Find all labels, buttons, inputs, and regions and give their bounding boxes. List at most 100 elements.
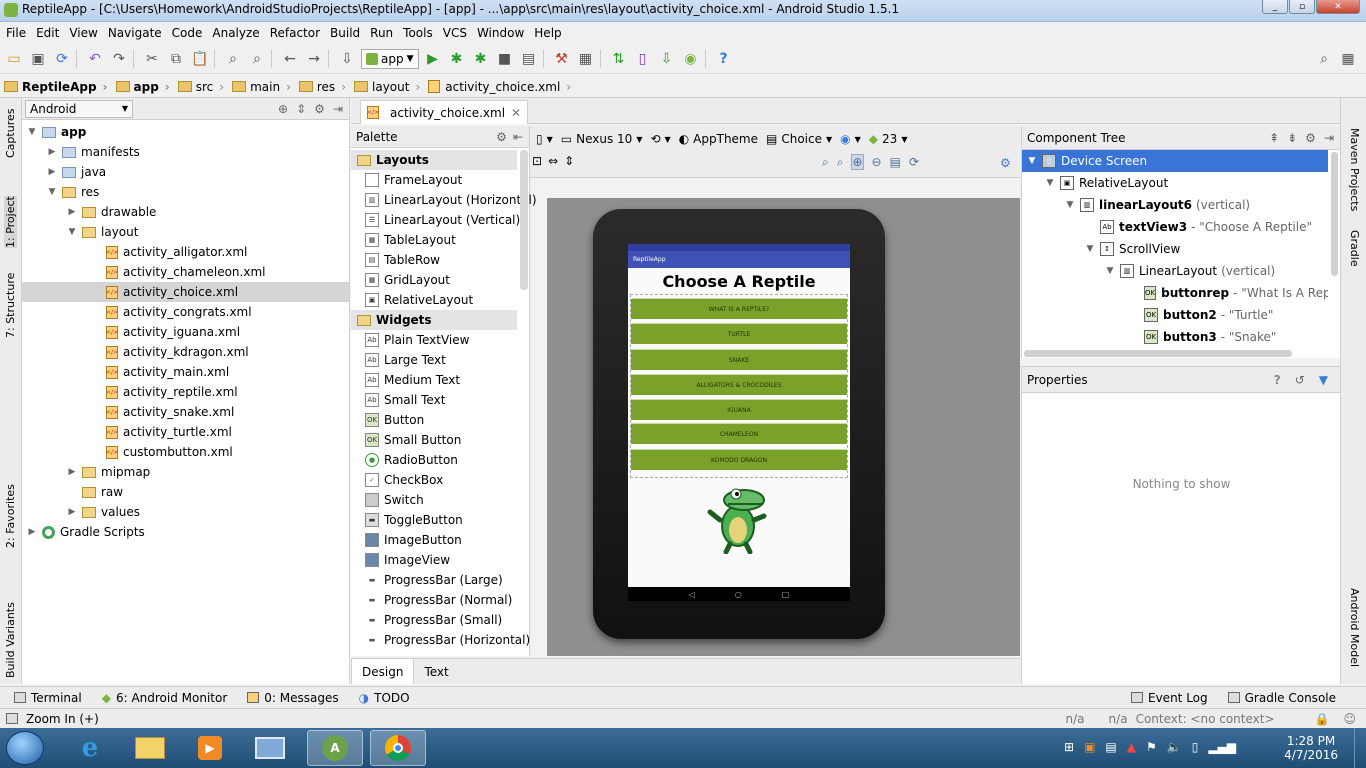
- breadcrumb-main[interactable]: main ›: [228, 80, 295, 94]
- tree-item-file[interactable]: </> activity_congrats.xml: [22, 302, 349, 322]
- device-select[interactable]: ▭ Nexus 10 ▼: [557, 129, 647, 149]
- tray-signal-icon[interactable]: ▂▄▆: [1208, 740, 1236, 754]
- palette-item[interactable]: ▬ ProgressBar (Horizontal): [365, 630, 531, 650]
- theme-select[interactable]: ◐ AppTheme: [675, 129, 762, 149]
- palette-item[interactable]: Ab Plain TextView: [365, 330, 469, 350]
- gear-icon[interactable]: ⚙: [314, 102, 325, 116]
- attach-debugger-icon[interactable]: ✱: [471, 49, 491, 69]
- terminal-tab[interactable]: Terminal: [0, 691, 92, 705]
- palette-item[interactable]: ▦ GridLayout: [365, 270, 450, 290]
- breadcrumb-file[interactable]: activity_choice.xml ›: [424, 80, 575, 94]
- tree-node-scrollview[interactable]: ▼ ↕ ScrollView: [1022, 238, 1328, 260]
- android-device-monitor-icon[interactable]: ◉: [681, 49, 701, 69]
- close-window-button[interactable]: ✕: [1316, 0, 1360, 14]
- paste-icon[interactable]: 📋: [190, 49, 210, 69]
- tray-speaker-icon[interactable]: 🔈: [1167, 740, 1182, 754]
- palette-item[interactable]: ▬ ProgressBar (Normal): [365, 590, 513, 610]
- tray-network-icon[interactable]: ▤: [1105, 740, 1116, 754]
- tree-item-file[interactable]: </> activity_turtle.xml: [22, 422, 349, 442]
- menu-file[interactable]: File: [6, 26, 26, 40]
- palette-item[interactable]: ImageButton: [365, 530, 462, 550]
- collapse-all-icon[interactable]: ⇟: [1287, 131, 1297, 145]
- start-button-icon[interactable]: [6, 731, 44, 765]
- tab-activity-choice[interactable]: </> activity_choice.xml ✕: [360, 100, 529, 124]
- breadcrumb-project[interactable]: ReptileApp ›: [0, 80, 112, 94]
- menu-help[interactable]: Help: [534, 26, 561, 40]
- run-config-select[interactable]: app ▼: [361, 48, 419, 69]
- tree-item-mipmap[interactable]: ▶ mipmap: [22, 462, 349, 482]
- run-icon[interactable]: ▶: [423, 49, 443, 69]
- palette-group-layouts[interactable]: Layouts: [351, 150, 517, 170]
- sync-icon[interactable]: ⟳: [52, 49, 72, 69]
- layout-overlay-icon[interactable]: ⊡: [532, 154, 542, 168]
- tray-windows-icon[interactable]: ⊞: [1064, 740, 1074, 754]
- search-everywhere-icon[interactable]: ⌕: [1314, 49, 1334, 69]
- menu-tools[interactable]: Tools: [403, 26, 433, 40]
- palette-item[interactable]: ImageView: [365, 550, 450, 570]
- tree-node-buttonrep[interactable]: OKbuttonrep- "What Is A Reptile: [1022, 282, 1328, 304]
- expand-all-icon[interactable]: ⇞: [1269, 131, 1279, 145]
- save-icon[interactable]: ▣: [28, 49, 48, 69]
- tree-item-drawable[interactable]: ▶ drawable: [22, 202, 349, 222]
- ide-settings-icon[interactable]: ▦: [1338, 49, 1358, 69]
- project-tab[interactable]: 1: Project: [4, 196, 17, 248]
- back-icon[interactable]: ←: [280, 49, 300, 69]
- undo-icon[interactable]: ↶: [85, 49, 105, 69]
- help-icon[interactable]: ?: [1274, 373, 1281, 387]
- tree-item-file-selected[interactable]: </> activity_choice.xml: [22, 282, 349, 302]
- scroll-from-source-icon[interactable]: ⊕: [278, 102, 288, 116]
- structure-tab[interactable]: 7: Structure: [4, 273, 17, 338]
- breadcrumb-layout[interactable]: layout ›: [350, 80, 424, 94]
- tree-item-file[interactable]: </> activity_iguana.xml: [22, 322, 349, 342]
- maximize-button[interactable]: ▫: [1289, 0, 1315, 14]
- preview-button-iguana[interactable]: IGUANA: [631, 399, 847, 420]
- breadcrumb-src[interactable]: src ›: [174, 80, 228, 94]
- gradle-console-tab[interactable]: Gradle Console: [1218, 691, 1366, 705]
- android-monitor-tab[interactable]: ◆ 6: Android Monitor: [92, 691, 238, 705]
- remote-desktop-icon[interactable]: [242, 730, 298, 766]
- expand-height-icon[interactable]: ⇕: [564, 154, 574, 168]
- tree-node-relative-layout[interactable]: ▼ ▣ RelativeLayout: [1022, 172, 1328, 194]
- refresh-icon[interactable]: ⟳: [909, 155, 919, 169]
- palette-item[interactable]: ✓ CheckBox: [365, 470, 443, 490]
- menu-view[interactable]: View: [69, 26, 97, 40]
- gradle-tab[interactable]: Gradle: [1348, 230, 1361, 267]
- zoom-in-icon[interactable]: ⊕: [851, 154, 864, 170]
- preview-button-what-is-reptile[interactable]: WHAT IS A REPTILE?: [631, 298, 847, 319]
- tree-item-java[interactable]: ▶ java: [22, 162, 349, 182]
- tab-text[interactable]: Text: [414, 659, 458, 684]
- tree-item-values[interactable]: ▶ values: [22, 502, 349, 522]
- actual-size-icon[interactable]: ⌕: [837, 155, 844, 170]
- gradle-sync-icon[interactable]: ⇅: [609, 49, 629, 69]
- tree-item-file[interactable]: </> activity_chameleon.xml: [22, 262, 349, 282]
- build-variants-tab[interactable]: Build Variants: [4, 602, 17, 678]
- settings-icon[interactable]: ▦: [576, 49, 596, 69]
- menu-analyze[interactable]: Analyze: [212, 26, 259, 40]
- menu-edit[interactable]: Edit: [36, 26, 59, 40]
- preview-button-snake[interactable]: SNAKE: [631, 349, 847, 370]
- tray-flag-icon[interactable]: ⚑: [1146, 740, 1157, 754]
- palette-item[interactable]: ▤ TableRow: [365, 250, 440, 270]
- show-desktop-button[interactable]: [1354, 728, 1366, 768]
- minimize-button[interactable]: _: [1262, 0, 1288, 14]
- tab-design[interactable]: Design: [351, 659, 415, 684]
- tree-item-app[interactable]: ▼ app: [22, 122, 349, 142]
- gear-icon[interactable]: ⚙: [496, 130, 507, 144]
- tray-device-icon[interactable]: ▯: [1192, 740, 1199, 754]
- forward-icon[interactable]: →: [304, 49, 324, 69]
- device-orientation-select[interactable]: ▯ ▼: [532, 129, 557, 149]
- capture-icon[interactable]: ▤: [890, 155, 901, 169]
- expand-width-icon[interactable]: ⇔: [548, 154, 558, 168]
- sdk-manager-icon[interactable]: ⇩: [657, 49, 677, 69]
- tree-node-device-screen[interactable]: ▼ ▯ Device Screen: [1022, 150, 1328, 172]
- replace-icon[interactable]: ⌕: [247, 49, 267, 69]
- status-context[interactable]: Context: <no context>: [1136, 712, 1275, 726]
- android-model-tab[interactable]: Android Model: [1348, 588, 1361, 667]
- tree-item-raw[interactable]: raw: [22, 482, 349, 502]
- locale-select[interactable]: ◉ ▼: [836, 129, 865, 149]
- palette-item[interactable]: ☰ LinearLayout (Vertical): [365, 210, 520, 230]
- tool-window-toggle-icon[interactable]: [6, 713, 18, 724]
- project-structure-icon[interactable]: ⚒: [552, 49, 572, 69]
- make-project-icon[interactable]: ⇩: [337, 49, 357, 69]
- tree-item-gradle-scripts[interactable]: ▶ Gradle Scripts: [22, 522, 349, 542]
